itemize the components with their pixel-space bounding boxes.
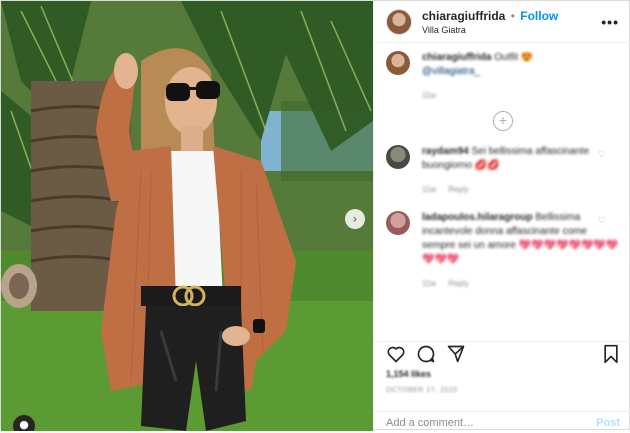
comment-text-line: raydam94 Sei bellissima affascinante buo… — [422, 145, 620, 173]
caption-text: Outfit 😍 — [494, 52, 534, 63]
post-header: chiaragiuffrida • Follow Villa Giatra ••… — [374, 1, 630, 43]
comment-body: ladapoulos.hilaragroup Bellissima incant… — [422, 211, 620, 291]
heart-icon[interactable] — [386, 344, 406, 369]
comment-icon[interactable] — [416, 344, 436, 369]
post-photo[interactable]: › ● — [1, 1, 373, 431]
caption-comment: chiaragiuffrida Outfit 😍 @villagiatra_ 1… — [386, 51, 620, 103]
caption-meta: 11w — [422, 91, 437, 100]
location-link[interactable]: Villa Giatra — [422, 25, 601, 35]
comment-text-line: ladapoulos.hilaragroup Bellissima incant… — [422, 211, 620, 267]
username-link[interactable]: chiaragiuffrida — [422, 9, 505, 23]
likes-count[interactable]: 1,154 likes — [386, 369, 431, 379]
bookmark-icon[interactable] — [602, 344, 620, 369]
header-text: chiaragiuffrida • Follow Villa Giatra — [422, 9, 601, 35]
next-photo-button[interactable]: › — [345, 209, 365, 229]
reply-button[interactable]: Reply — [448, 185, 468, 194]
avatar[interactable] — [386, 51, 410, 75]
heart-icon[interactable]: ♡ — [598, 149, 606, 160]
comment-item: ladapoulos.hilaragroup Bellissima incant… — [386, 211, 620, 291]
post-comment-button[interactable]: Post — [596, 417, 620, 429]
caption-text-line: chiaragiuffrida Outfit 😍 @villagiatra_ — [422, 51, 620, 79]
caption-username[interactable]: chiaragiuffrida — [422, 52, 491, 63]
avatar[interactable] — [386, 8, 412, 35]
caption-body: chiaragiuffrida Outfit 😍 @villagiatra_ 1… — [422, 51, 620, 103]
more-options-icon[interactable]: ••• — [601, 14, 619, 30]
load-more-comments-button[interactable]: + — [386, 111, 620, 131]
header-top-line: chiaragiuffrida • Follow — [422, 9, 601, 23]
share-icon[interactable] — [446, 344, 466, 369]
heart-icon[interactable]: ♡ — [598, 215, 606, 226]
comments-list: chiaragiuffrida Outfit 😍 @villagiatra_ 1… — [374, 51, 630, 336]
comment-meta: 11w Reply — [422, 183, 620, 197]
comment-age: 11w — [422, 279, 437, 288]
separator-dot: • — [510, 8, 515, 23]
plus-circle-icon: + — [493, 111, 513, 131]
comment-age: 11w — [422, 185, 437, 194]
post-details-panel: chiaragiuffrida • Follow Villa Giatra ••… — [373, 1, 630, 431]
comment-meta: 11w Reply — [422, 277, 620, 291]
avatar[interactable] — [386, 145, 410, 169]
user-tag-icon[interactable]: ● — [13, 415, 35, 431]
comment-username[interactable]: raydam94 — [422, 146, 469, 157]
instagram-post-window: › ● chiaragiuffrida • Follow Villa Giatr… — [0, 0, 630, 431]
follow-button[interactable]: Follow — [520, 9, 558, 23]
action-bar — [374, 341, 630, 365]
caption-mention[interactable]: @villagiatra_ — [422, 66, 480, 77]
chevron-right-icon: › — [352, 212, 358, 226]
reply-button[interactable]: Reply — [448, 279, 468, 288]
comment-username[interactable]: ladapoulos.hilaragroup — [422, 212, 533, 223]
photo-illustration — [1, 1, 373, 431]
post-date: OCTOBER 27, 2020 — [386, 387, 458, 394]
comment-body: raydam94 Sei bellissima affascinante buo… — [422, 145, 620, 197]
avatar[interactable] — [386, 211, 410, 235]
comment-item: raydam94 Sei bellissima affascinante buo… — [386, 145, 620, 197]
comment-input[interactable] — [386, 416, 597, 429]
